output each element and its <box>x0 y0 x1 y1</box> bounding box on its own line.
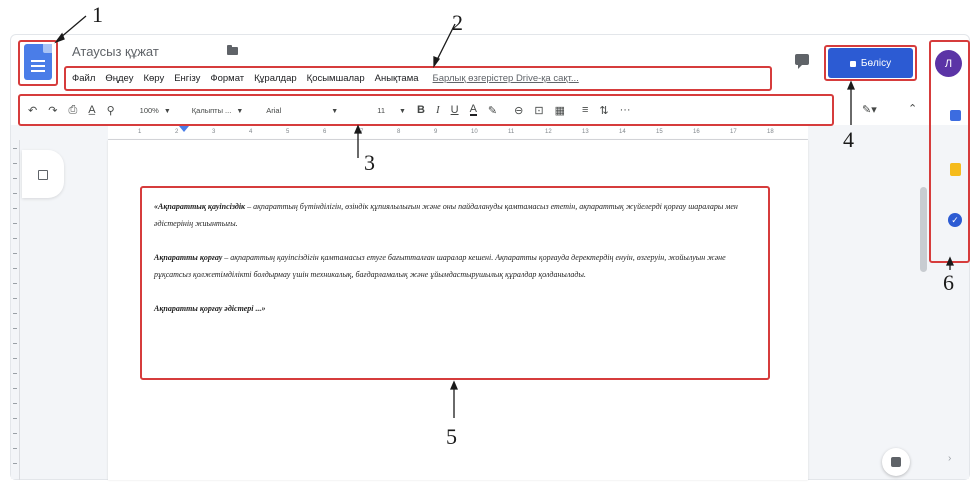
callout-number-6: 6 <box>943 270 954 295</box>
callout-number-4: 4 <box>843 127 854 152</box>
callout-leader-lines <box>54 15 954 418</box>
arrowhead-1 <box>54 32 65 44</box>
arrowhead-3 <box>354 124 362 134</box>
arrowhead-4 <box>847 80 855 90</box>
callout-number-1: 1 <box>92 2 103 27</box>
callout-number-3: 3 <box>364 150 375 175</box>
callout-number-5: 5 <box>446 424 457 449</box>
callout-number-2: 2 <box>452 10 463 35</box>
arrowhead-6 <box>946 256 954 266</box>
arrowhead-5 <box>450 380 458 390</box>
leader-1 <box>59 15 87 39</box>
arrowhead-2 <box>433 56 441 69</box>
